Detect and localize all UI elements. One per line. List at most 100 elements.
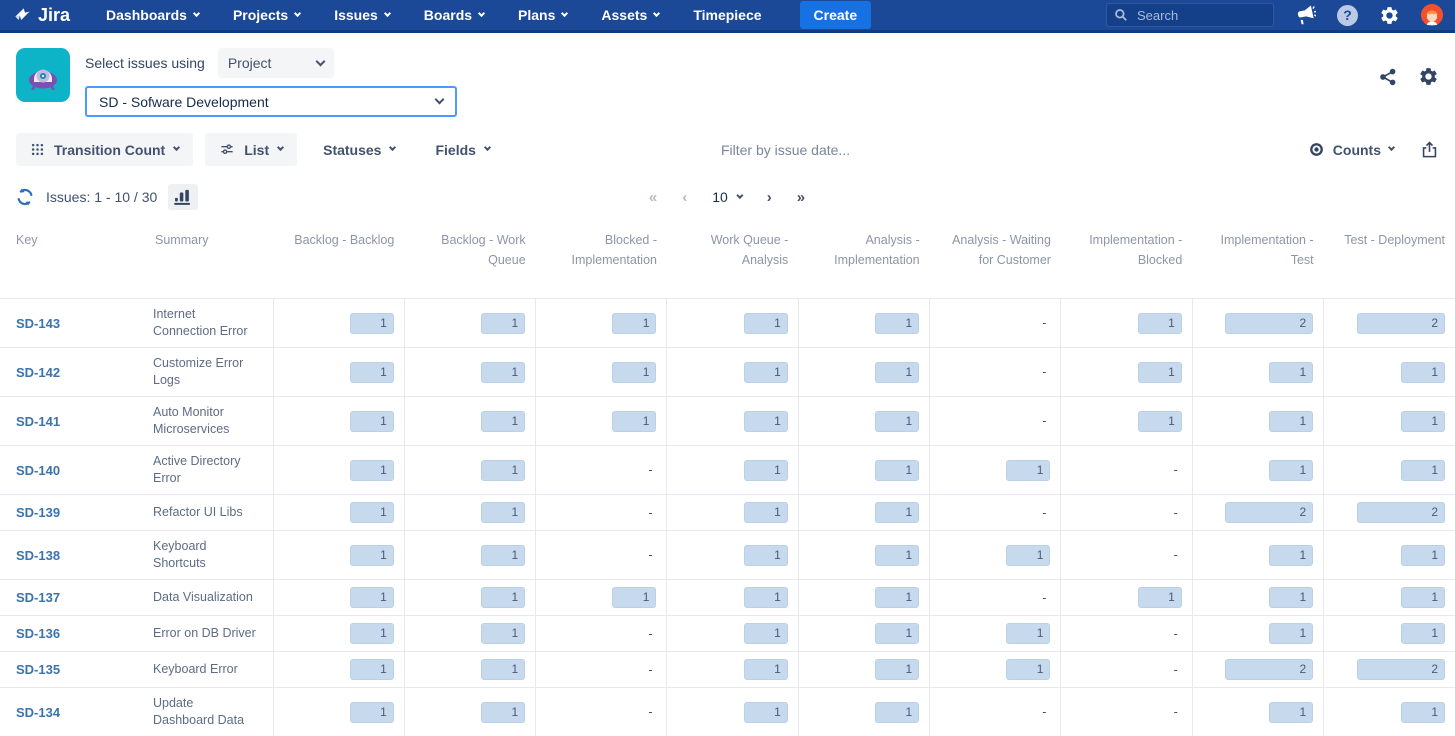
nav-item-dashboards[interactable]: Dashboards xyxy=(106,7,199,23)
column-header-implementation-blocked: Implementation - Blocked xyxy=(1061,220,1192,299)
count-bar: 1 xyxy=(1401,460,1445,481)
view-mode-dropdown[interactable]: Transition Count xyxy=(16,133,193,166)
column-header-backlog-backlog: Backlog - Backlog xyxy=(273,220,404,299)
fields-dropdown[interactable]: Fields xyxy=(421,133,503,166)
count-bar: 1 xyxy=(744,411,788,432)
count-bar: 1 xyxy=(744,702,788,723)
count-bar: 1 xyxy=(1269,545,1313,566)
count-bar: 1 xyxy=(481,313,525,334)
page-size-value: 10 xyxy=(712,189,728,205)
empty-count: - xyxy=(648,627,656,641)
share-icon[interactable] xyxy=(1378,67,1398,87)
table-header-row: KeySummaryBacklog - BacklogBacklog - Wor… xyxy=(0,220,1455,299)
table-row: SD-136Error on DB Driver11-111-11 xyxy=(0,616,1455,652)
column-header-analysis-implementation: Analysis - Implementation xyxy=(798,220,929,299)
chevron-down-icon xyxy=(315,56,325,66)
brand-label: Jira xyxy=(38,5,70,26)
count-bar: 1 xyxy=(875,623,919,644)
next-page-button[interactable]: › xyxy=(767,189,773,206)
page-size-dropdown[interactable]: 10 xyxy=(712,189,743,205)
issue-key-link[interactable]: SD-141 xyxy=(16,414,60,429)
empty-count: - xyxy=(1174,548,1182,562)
counts-target-icon xyxy=(1308,141,1325,158)
select-issues-label: Select issues using xyxy=(85,55,205,71)
issue-key-link[interactable]: SD-134 xyxy=(16,705,60,720)
issue-key-link[interactable]: SD-139 xyxy=(16,505,60,520)
report-settings-gear-icon[interactable] xyxy=(1418,66,1439,87)
chevron-down-icon xyxy=(1388,144,1395,151)
nav-item-label: Issues xyxy=(334,7,378,23)
help-icon[interactable]: ? xyxy=(1337,5,1358,26)
search-input[interactable] xyxy=(1106,3,1274,27)
column-header-key: Key xyxy=(0,220,145,299)
count-bar: 1 xyxy=(1138,411,1182,432)
issue-key-link[interactable]: SD-138 xyxy=(16,548,60,563)
chevron-down-icon xyxy=(277,144,284,151)
issue-key-link[interactable]: SD-140 xyxy=(16,463,60,478)
empty-count: - xyxy=(648,463,656,477)
count-bar: 1 xyxy=(612,362,656,383)
issue-summary: Auto Monitor Microservices xyxy=(145,397,273,446)
counts-dropdown[interactable]: Counts xyxy=(1308,141,1394,158)
nav-item-assets[interactable]: Assets xyxy=(601,7,659,23)
count-bar: 1 xyxy=(744,313,788,334)
count-bar: 1 xyxy=(1006,545,1050,566)
chevron-down-icon xyxy=(389,144,396,151)
settings-gear-icon[interactable] xyxy=(1379,5,1400,26)
fields-label: Fields xyxy=(435,142,475,158)
chevron-down-icon xyxy=(435,95,445,105)
issue-date-filter-input[interactable] xyxy=(719,141,1049,159)
count-bar: 1 xyxy=(481,623,525,644)
chevron-down-icon xyxy=(173,144,180,151)
issue-key-link[interactable]: SD-137 xyxy=(16,590,60,605)
count-bar: 1 xyxy=(350,545,394,566)
nav-item-plans[interactable]: Plans xyxy=(518,7,567,23)
create-button[interactable]: Create xyxy=(800,1,872,29)
count-bar: 2 xyxy=(1225,313,1313,334)
project-dropdown[interactable]: SD - Sofware Development xyxy=(85,86,457,117)
nav-item-timepiece[interactable]: Timepiece xyxy=(693,7,761,23)
count-bar: 1 xyxy=(875,702,919,723)
statuses-dropdown[interactable]: Statuses xyxy=(309,133,409,166)
results-bar: Issues: 1 - 10 / 30 « ‹ 10 › » xyxy=(0,174,1455,220)
issue-key-link[interactable]: SD-136 xyxy=(16,626,60,641)
count-bar: 1 xyxy=(1269,411,1313,432)
first-page-button[interactable]: « xyxy=(649,189,658,206)
report-toolbar: Transition Count List Statuses Fields Co… xyxy=(0,125,1455,174)
count-bar: 1 xyxy=(744,587,788,608)
issue-key-link[interactable]: SD-143 xyxy=(16,316,60,331)
project-value: SD - Sofware Development xyxy=(99,94,269,110)
empty-count: - xyxy=(648,548,656,562)
previous-page-button[interactable]: ‹ xyxy=(682,189,688,206)
announcements-icon[interactable] xyxy=(1295,5,1316,26)
count-bar: 1 xyxy=(481,587,525,608)
table-row: SD-137Data Visualization11111-111 xyxy=(0,580,1455,616)
layout-dropdown[interactable]: List xyxy=(205,133,297,166)
count-bar: 1 xyxy=(350,502,394,523)
nav-item-issues[interactable]: Issues xyxy=(334,7,390,23)
empty-count: - xyxy=(1042,414,1050,428)
jira-logo[interactable]: Jira xyxy=(12,5,70,26)
empty-count: - xyxy=(1174,506,1182,520)
issue-source-dropdown[interactable]: Project xyxy=(218,48,334,78)
user-avatar[interactable] xyxy=(1421,4,1443,26)
table-row: SD-141Auto Monitor Microservices11111-11… xyxy=(0,397,1455,446)
count-bar: 1 xyxy=(875,502,919,523)
nav-item-label: Boards xyxy=(424,7,472,23)
count-bar: 2 xyxy=(1357,659,1445,680)
refresh-icon[interactable] xyxy=(15,187,35,207)
chevron-down-icon xyxy=(384,9,391,16)
export-icon[interactable] xyxy=(1420,140,1439,159)
nav-item-projects[interactable]: Projects xyxy=(233,7,300,23)
nav-item-boards[interactable]: Boards xyxy=(424,7,484,23)
issue-key-link[interactable]: SD-135 xyxy=(16,662,60,677)
table-row: SD-143Internet Connection Error11111-122 xyxy=(0,299,1455,348)
chart-view-button[interactable] xyxy=(168,184,198,210)
issue-source-value: Project xyxy=(228,55,272,71)
count-bar: 1 xyxy=(1401,545,1445,566)
issue-key-link[interactable]: SD-142 xyxy=(16,365,60,380)
last-page-button[interactable]: » xyxy=(797,189,806,206)
report-header: Select issues using Project SD - Sofware… xyxy=(0,33,1455,125)
count-bar: 1 xyxy=(481,659,525,680)
count-bar: 1 xyxy=(481,545,525,566)
